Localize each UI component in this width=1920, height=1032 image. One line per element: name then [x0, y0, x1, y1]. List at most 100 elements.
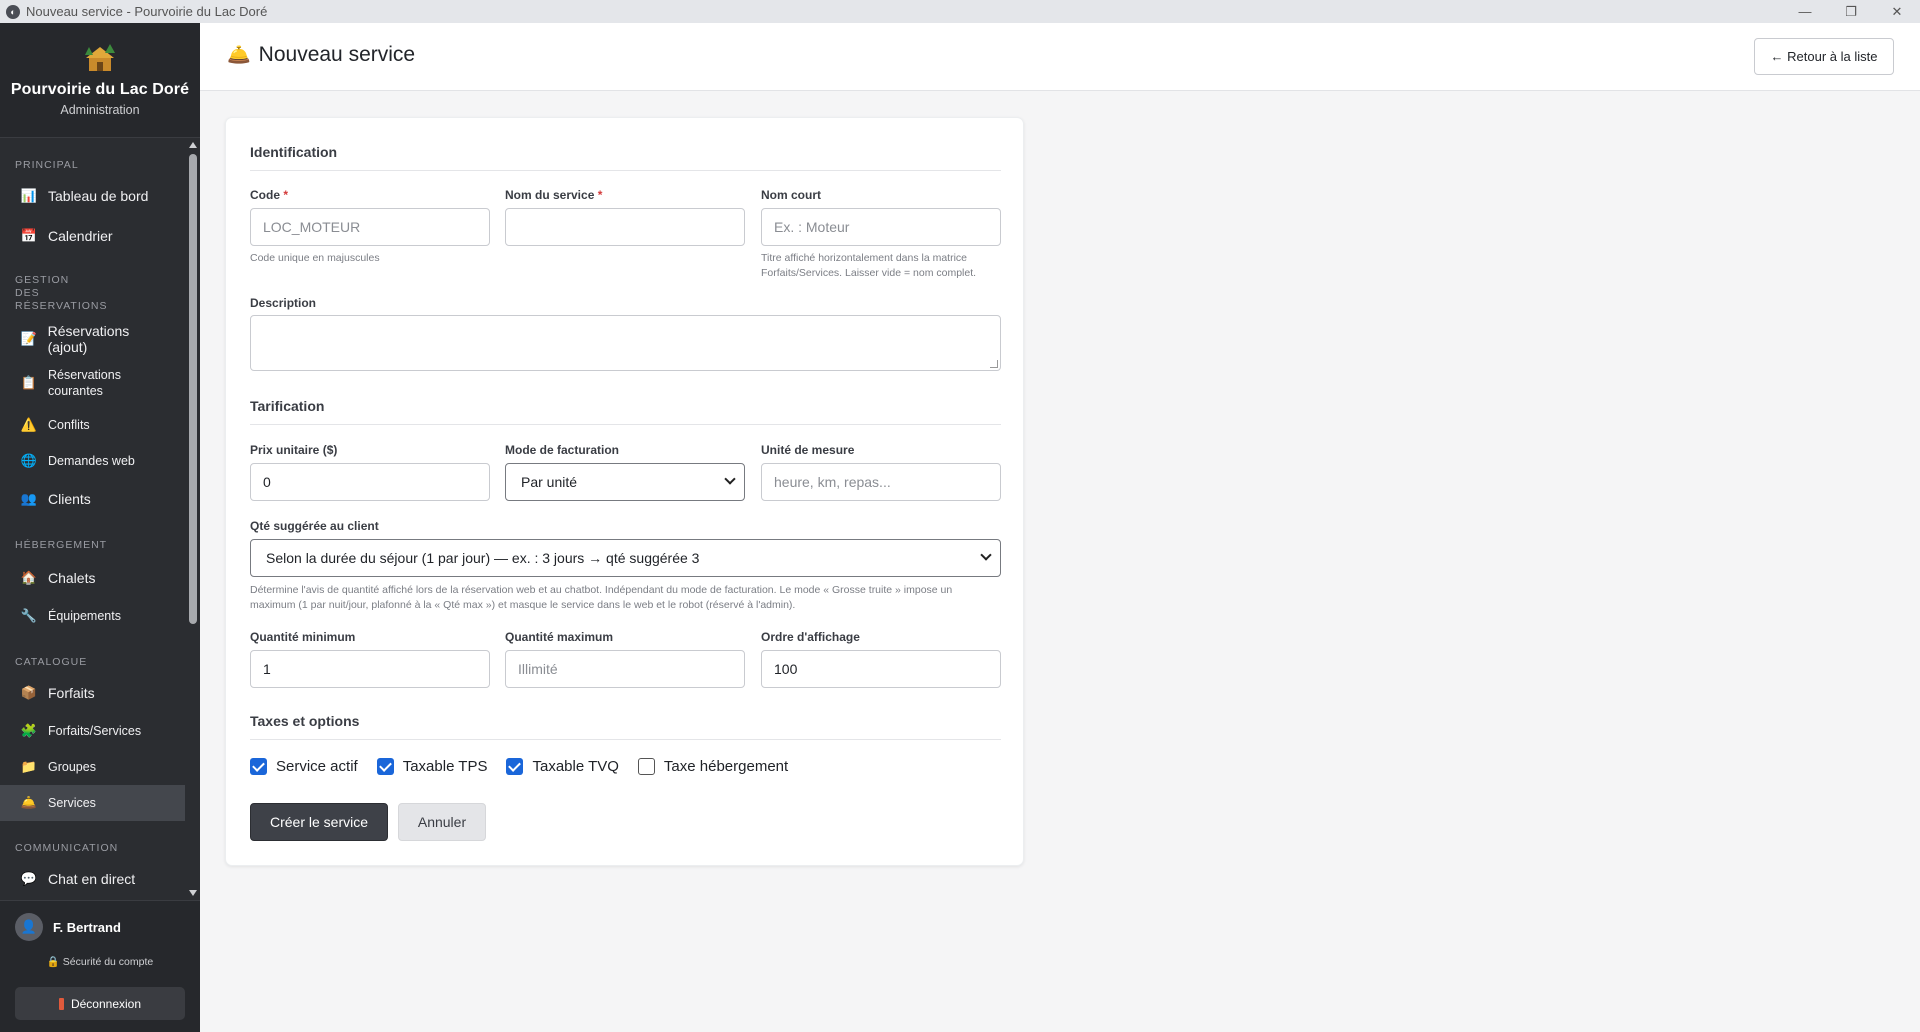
scrollbar-thumb[interactable]: [189, 154, 197, 624]
section-divider: [250, 739, 1001, 740]
sidebar-item-clients[interactable]: 👥 Clients: [0, 479, 185, 519]
wrench-icon: 🔧: [20, 608, 38, 623]
document-add-icon: 📝: [20, 331, 37, 346]
suggested-qty-select[interactable]: Selon la durée du séjour (1 par jour) — …: [250, 539, 1001, 577]
taxable-tvq-checkbox[interactable]: Taxable TVQ: [506, 758, 619, 775]
lodge-logo-icon: [85, 44, 115, 71]
sidebar-item-conflicts[interactable]: ⚠️ Conflits: [0, 407, 185, 443]
sidebar-item-live-chat[interactable]: 💬 Chat en direct: [0, 859, 185, 899]
sidebar-item-label: Groupes: [48, 760, 96, 774]
service-bell-icon: 🛎️: [20, 795, 38, 810]
sidebar-scrollbar[interactable]: [186, 138, 200, 900]
description-textarea[interactable]: [250, 315, 1001, 371]
service-active-checkbox[interactable]: Service actif: [250, 758, 358, 775]
unit-price-input[interactable]: 0: [250, 463, 490, 501]
close-button[interactable]: ✕: [1874, 0, 1920, 23]
code-input[interactable]: LOC_MOTEUR: [250, 208, 490, 246]
sidebar-item-reservations-current[interactable]: 📋 Réservations courantes: [0, 359, 185, 407]
checkbox-unchecked-icon[interactable]: [637, 758, 655, 775]
sidebar: Pourvoirie du Lac Doré Administration PR…: [0, 23, 200, 1032]
section-catalogue: CATALOGUE: [15, 656, 88, 668]
section-hebergement: HÉBERGEMENT: [15, 539, 108, 551]
unit-price-label: Prix unitaire ($): [250, 443, 338, 457]
back-to-list-button[interactable]: ← Retour à la liste: [1754, 38, 1894, 75]
section-identification-title: Identification: [250, 144, 338, 160]
app-icon: ◐: [6, 4, 20, 19]
create-service-button[interactable]: Créer le service: [250, 803, 388, 841]
sidebar-item-packages-services[interactable]: 🧩 Forfaits/Services: [0, 713, 185, 749]
avatar: 👤: [15, 913, 43, 941]
min-qty-input[interactable]: 1: [250, 650, 490, 688]
window-titlebar: ◐ Nouveau service - Pourvoirie du Lac Do…: [0, 0, 1920, 23]
sidebar-item-label: Chat en direct: [48, 871, 136, 887]
lock-icon: 🔒: [46, 956, 60, 968]
section-principal: PRINCIPAL: [15, 159, 79, 171]
cabin-icon: 🏠: [20, 570, 38, 585]
sidebar-item-label: Services: [48, 796, 96, 810]
sidebar-item-label: Forfaits/Services: [48, 724, 142, 738]
section-divider: [250, 170, 1001, 171]
sidebar-item-packages[interactable]: 📦 Forfaits: [0, 673, 185, 713]
user-name: F. Bertrand: [53, 919, 121, 935]
resize-grip-icon[interactable]: [990, 360, 998, 368]
logout-button[interactable]: Déconnexion: [15, 987, 185, 1020]
suggested-qty-help-line-1: Détermine l'avis de quantité affiché lor…: [250, 584, 953, 596]
sidebar-item-calendar[interactable]: 📅 Calendrier: [0, 216, 185, 256]
section-pricing-title: Tarification: [250, 398, 325, 414]
max-qty-input[interactable]: Illimité: [505, 650, 745, 688]
section-communication: COMMUNICATION: [15, 842, 119, 854]
sidebar-item-chalets[interactable]: 🏠 Chalets: [0, 558, 185, 598]
bar-chart-icon: 📊: [20, 188, 38, 203]
short-name-input[interactable]: Ex. : Moteur: [761, 208, 1001, 246]
sidebar-item-label: Réservations courantes: [48, 368, 121, 398]
short-name-help-line-2: Forfaits/Services. Laisser vide = nom co…: [761, 267, 977, 279]
max-qty-label: Quantité maximum: [505, 630, 614, 644]
sidebar-nav: PRINCIPAL 📊 Tableau de bord 📅 Calendrier…: [0, 138, 185, 900]
scroll-down-icon[interactable]: [189, 890, 197, 896]
short-name-help-line-1: Titre affiché horizontalement dans la ma…: [761, 252, 968, 264]
suggested-qty-label: Qté suggérée au client: [250, 519, 379, 533]
sidebar-item-services[interactable]: 🛎️ Services: [0, 785, 185, 821]
required-mark: *: [597, 188, 603, 202]
cancel-button[interactable]: Annuler: [398, 803, 486, 841]
sidebar-item-label: Conflits: [48, 418, 90, 432]
checkbox-checked-icon[interactable]: [376, 758, 394, 775]
code-help: Code unique en majuscules: [250, 252, 380, 264]
minimize-button[interactable]: —: [1782, 0, 1828, 23]
scroll-up-icon[interactable]: [189, 142, 197, 148]
suggested-qty-help-line-2: maximum (1 par nuit/jour, plafonné à la …: [250, 599, 796, 611]
lodging-tax-checkbox[interactable]: Taxe hébergement: [637, 758, 788, 775]
account-security-link[interactable]: 🔒 Sécurité du compte: [0, 955, 200, 968]
logout-icon: [58, 997, 64, 1010]
sidebar-item-equipment[interactable]: 🔧 Équipements: [0, 598, 185, 634]
users-icon: 👥: [20, 491, 38, 506]
short-name-label: Nom court: [761, 188, 821, 202]
chevron-down-icon: [724, 473, 736, 485]
display-order-input[interactable]: 100: [761, 650, 1001, 688]
package-icon: 📦: [20, 685, 38, 700]
display-order-label: Ordre d'affichage: [761, 630, 860, 644]
service-name-input[interactable]: [505, 208, 745, 246]
taxable-tps-checkbox[interactable]: Taxable TPS: [376, 758, 487, 775]
checkbox-checked-icon[interactable]: [506, 758, 524, 775]
brand: Pourvoirie du Lac Doré Administration: [0, 23, 200, 138]
clipboard-icon: 📋: [20, 375, 38, 390]
min-qty-label: Quantité minimum: [250, 630, 356, 644]
section-reservations: GESTION DES RÉSERVATIONS: [15, 274, 108, 312]
folder-icon: 📁: [20, 759, 38, 774]
sidebar-item-label: Calendrier: [48, 228, 113, 244]
chat-bubble-icon: 💬: [20, 871, 38, 886]
maximize-button[interactable]: ❐: [1828, 0, 1874, 23]
warning-icon: ⚠️: [20, 417, 38, 432]
puzzle-icon: 🧩: [20, 723, 38, 738]
sidebar-item-web-requests[interactable]: 🌐 Demandes web: [0, 443, 185, 479]
checkbox-checked-icon[interactable]: [250, 758, 267, 775]
sidebar-item-dashboard[interactable]: 📊 Tableau de bord: [0, 176, 185, 216]
sidebar-item-groups[interactable]: 📁 Groupes: [0, 749, 185, 785]
chevron-down-icon: [980, 549, 992, 561]
sidebar-item-reservations-add[interactable]: 📝 Réservations (ajout): [0, 319, 185, 359]
sidebar-item-label: Demandes web: [48, 454, 135, 468]
unit-input[interactable]: heure, km, repas...: [761, 463, 1001, 501]
user-block: 👤 F. Bertrand 🔒 Sécurité du compte Décon…: [0, 900, 200, 1032]
billing-mode-select[interactable]: Par unité: [505, 463, 745, 501]
